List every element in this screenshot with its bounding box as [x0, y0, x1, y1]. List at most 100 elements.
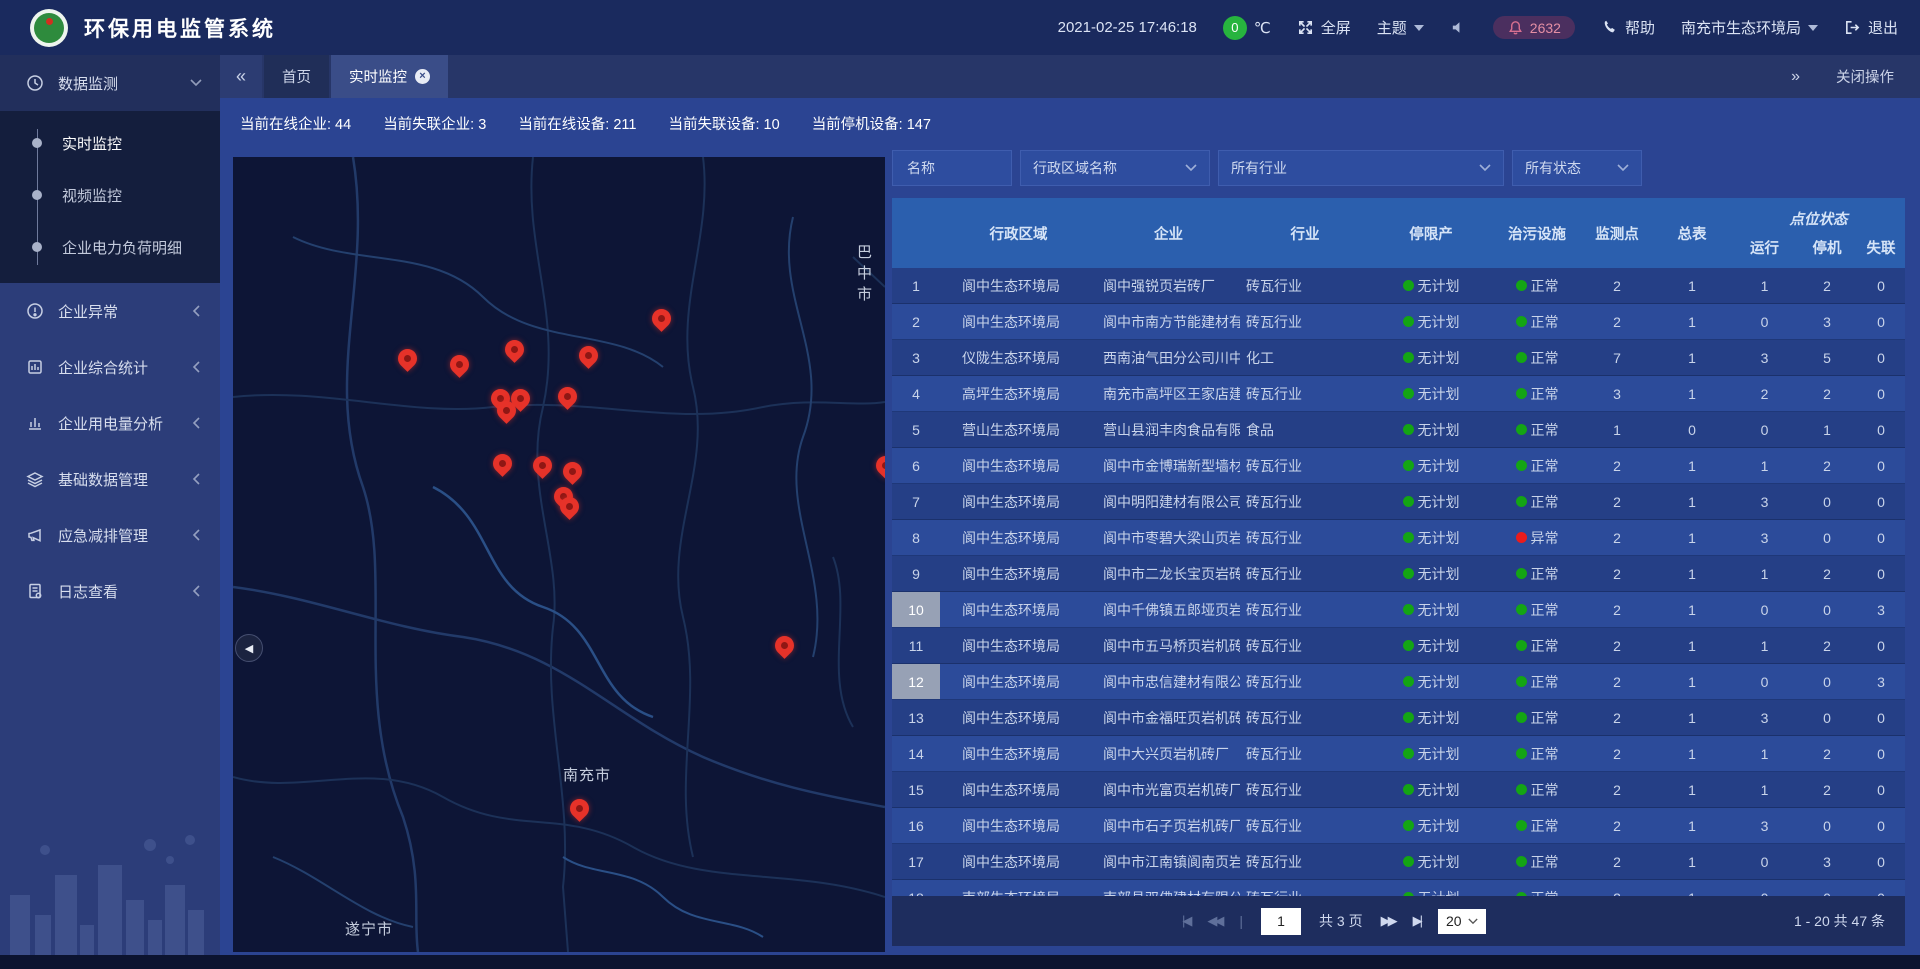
cell-company: 阆中千佛镇五郎垭页岩	[1097, 592, 1240, 627]
table-row[interactable]: 18南部生态环境局南部县双佛建材有限公砖瓦行业无计划正常21000	[892, 880, 1905, 896]
sidebar-item-7[interactable]: 日志查看	[0, 563, 220, 619]
tab-realtime-monitor[interactable]: 实时监控 ×	[331, 55, 448, 98]
cell-company: 阆中大兴页岩机砖厂	[1097, 736, 1240, 771]
sidebar-submenu: 实时监控视频监控企业电力负荷明细	[0, 111, 220, 283]
tabs-scroll-right-button[interactable]: »	[1791, 68, 1796, 86]
sidebar-subitem[interactable]: 企业电力负荷明细	[0, 221, 220, 273]
stat-item: 当前失联企业: 3	[383, 113, 486, 134]
cell-pollution-facility: 正常	[1492, 700, 1582, 735]
cell-index: 12	[892, 664, 940, 699]
sidebar-collapse-button[interactable]: ◀	[235, 634, 263, 662]
table-row[interactable]: 15阆中生态环境局阆中市光富页岩机砖厂砖瓦行业无计划正常21120	[892, 772, 1905, 808]
next-page-button[interactable]: ▶▶	[1381, 913, 1395, 929]
logout-button[interactable]: 退出	[1844, 17, 1898, 38]
name-search-input[interactable]	[905, 159, 999, 177]
sidebar-item-5[interactable]: 基础数据管理	[0, 451, 220, 507]
table-row[interactable]: 9阆中生态环境局阆中市二龙长宝页岩砖砖瓦行业无计划正常21120	[892, 556, 1905, 592]
status-dot-icon	[1403, 532, 1414, 543]
status-dot-icon	[1403, 388, 1414, 399]
page-number-input[interactable]	[1261, 908, 1301, 935]
table-row[interactable]: 5营山生态环境局营山县润丰肉食品有限食品无计划正常10010	[892, 412, 1905, 448]
map-panel[interactable]: ◀ 巴中市南充市遂宁市	[233, 157, 885, 952]
map-city-label: 遂宁市	[345, 918, 393, 939]
status-dot-icon	[1516, 640, 1527, 651]
temperature: 0 ℃	[1223, 16, 1271, 40]
data-panel: 行政区域名称 所有行业 所有状态 行政区域 企业 行业	[892, 150, 1905, 950]
tabs-scroll-left-button[interactable]: «	[220, 55, 262, 98]
cell-stopped: 2	[1797, 772, 1857, 807]
table-row[interactable]: 4高坪生态环境局南充市高坪区王家店建砖瓦行业无计划正常31220	[892, 376, 1905, 412]
cell-pollution-facility: 正常	[1492, 340, 1582, 375]
org-dropdown[interactable]: 南充市生态环境局	[1681, 17, 1818, 38]
table-row[interactable]: 1阆中生态环境局阆中强锐页岩砖厂砖瓦行业无计划正常21120	[892, 268, 1905, 304]
cell-monitor-points: 2	[1582, 844, 1652, 879]
col-stop-production: 停限产	[1370, 198, 1492, 268]
theme-dropdown[interactable]: 主题	[1377, 17, 1424, 38]
table-row[interactable]: 8阆中生态环境局阆中市枣碧大梁山页岩砖瓦行业无计划异常21300	[892, 520, 1905, 556]
help-button[interactable]: 帮助	[1601, 17, 1655, 38]
table-row[interactable]: 12阆中生态环境局阆中市忠信建材有限公砖瓦行业无计划正常21003	[892, 664, 1905, 700]
sidebar-item-2[interactable]: 企业异常	[0, 283, 220, 339]
megaphone-icon	[26, 526, 44, 544]
first-page-button[interactable]: |◀	[1182, 913, 1189, 929]
gauge-icon	[26, 74, 44, 92]
table-row[interactable]: 14阆中生态环境局阆中大兴页岩机砖厂砖瓦行业无计划正常21120	[892, 736, 1905, 772]
table-row[interactable]: 3仪陇生态环境局西南油气田分公司川中化工无计划正常71350	[892, 340, 1905, 376]
close-operations-button[interactable]: 关闭操作	[1836, 66, 1894, 87]
tab-home[interactable]: 首页	[264, 55, 329, 98]
last-page-button[interactable]: ▶|	[1413, 913, 1420, 929]
table-row[interactable]: 16阆中生态环境局阆中市石子页岩机砖厂砖瓦行业无计划正常21300	[892, 808, 1905, 844]
mute-button[interactable]	[1450, 19, 1467, 36]
cell-index: 16	[892, 808, 940, 843]
notification-badge[interactable]: 2632	[1493, 16, 1575, 39]
sidebar-item-1[interactable]: 数据监测	[0, 55, 220, 111]
cell-total-meter: 1	[1652, 376, 1732, 411]
cell-industry: 化工	[1240, 340, 1370, 375]
status-select[interactable]: 所有状态	[1512, 150, 1642, 186]
status-dot-icon	[1403, 424, 1414, 435]
skyline-decoration	[0, 805, 220, 955]
sidebar-item-3[interactable]: 企业综合统计	[0, 339, 220, 395]
tab-close-icon[interactable]: ×	[415, 69, 430, 84]
region-select[interactable]: 行政区域名称	[1020, 150, 1210, 186]
prev-page-button[interactable]: ◀◀	[1207, 913, 1221, 929]
cell-pollution-facility: 正常	[1492, 448, 1582, 483]
table-row[interactable]: 7阆中生态环境局阆中明阳建材有限公司砖瓦行业无计划正常21300	[892, 484, 1905, 520]
cell-region: 阆中生态环境局	[940, 448, 1097, 483]
cell-stopped: 0	[1797, 880, 1857, 896]
cell-industry: 砖瓦行业	[1240, 268, 1370, 303]
table-row[interactable]: 10阆中生态环境局阆中千佛镇五郎垭页岩砖瓦行业无计划正常21003	[892, 592, 1905, 628]
cell-monitor-points: 2	[1582, 520, 1652, 555]
temperature-unit: ℃	[1254, 19, 1271, 37]
cell-pollution-facility: 正常	[1492, 628, 1582, 663]
sidebar-subitem[interactable]: 视频监控	[0, 169, 220, 221]
filter-bar: 行政区域名称 所有行业 所有状态	[892, 150, 1905, 186]
sidebar-subitem[interactable]: 实时监控	[0, 117, 220, 169]
table-row[interactable]: 11阆中生态环境局阆中市五马桥页岩机砖砖瓦行业无计划正常21120	[892, 628, 1905, 664]
chevron-down-icon	[1479, 164, 1491, 172]
page-size-select[interactable]: 20	[1438, 909, 1486, 934]
cell-region: 营山生态环境局	[940, 412, 1097, 447]
cell-total-meter: 1	[1652, 736, 1732, 771]
cell-total-meter: 1	[1652, 556, 1732, 591]
cell-stop-production: 无计划	[1370, 808, 1492, 843]
sidebar-item-6[interactable]: 应急减排管理	[0, 507, 220, 563]
table-row[interactable]: 2阆中生态环境局阆中市南方节能建材有砖瓦行业无计划正常21030	[892, 304, 1905, 340]
table-row[interactable]: 17阆中生态环境局阆中市江南镇阆南页岩砖瓦行业无计划正常21030	[892, 844, 1905, 880]
fullscreen-button[interactable]: 全屏	[1297, 17, 1351, 38]
cell-running: 3	[1732, 700, 1797, 735]
industry-select[interactable]: 所有行业	[1218, 150, 1504, 186]
sidebar-item-4[interactable]: 企业用电量分析	[0, 395, 220, 451]
status-dot-icon	[1403, 640, 1414, 651]
table-row[interactable]: 6阆中生态环境局阆中市金博瑞新型墙材砖瓦行业无计划正常21120	[892, 448, 1905, 484]
cell-offline: 0	[1857, 520, 1905, 555]
layers-icon	[26, 470, 44, 488]
cell-stop-production: 无计划	[1370, 736, 1492, 771]
facility-status-text: 正常	[1531, 420, 1559, 440]
notification-count: 2632	[1530, 20, 1561, 36]
cell-index: 9	[892, 556, 940, 591]
col-region: 行政区域	[940, 198, 1097, 268]
cell-industry: 砖瓦行业	[1240, 376, 1370, 411]
table-row[interactable]: 13阆中生态环境局阆中市金福旺页岩机砖砖瓦行业无计划正常21300	[892, 700, 1905, 736]
sidebar-item-label: 企业异常	[58, 301, 118, 322]
